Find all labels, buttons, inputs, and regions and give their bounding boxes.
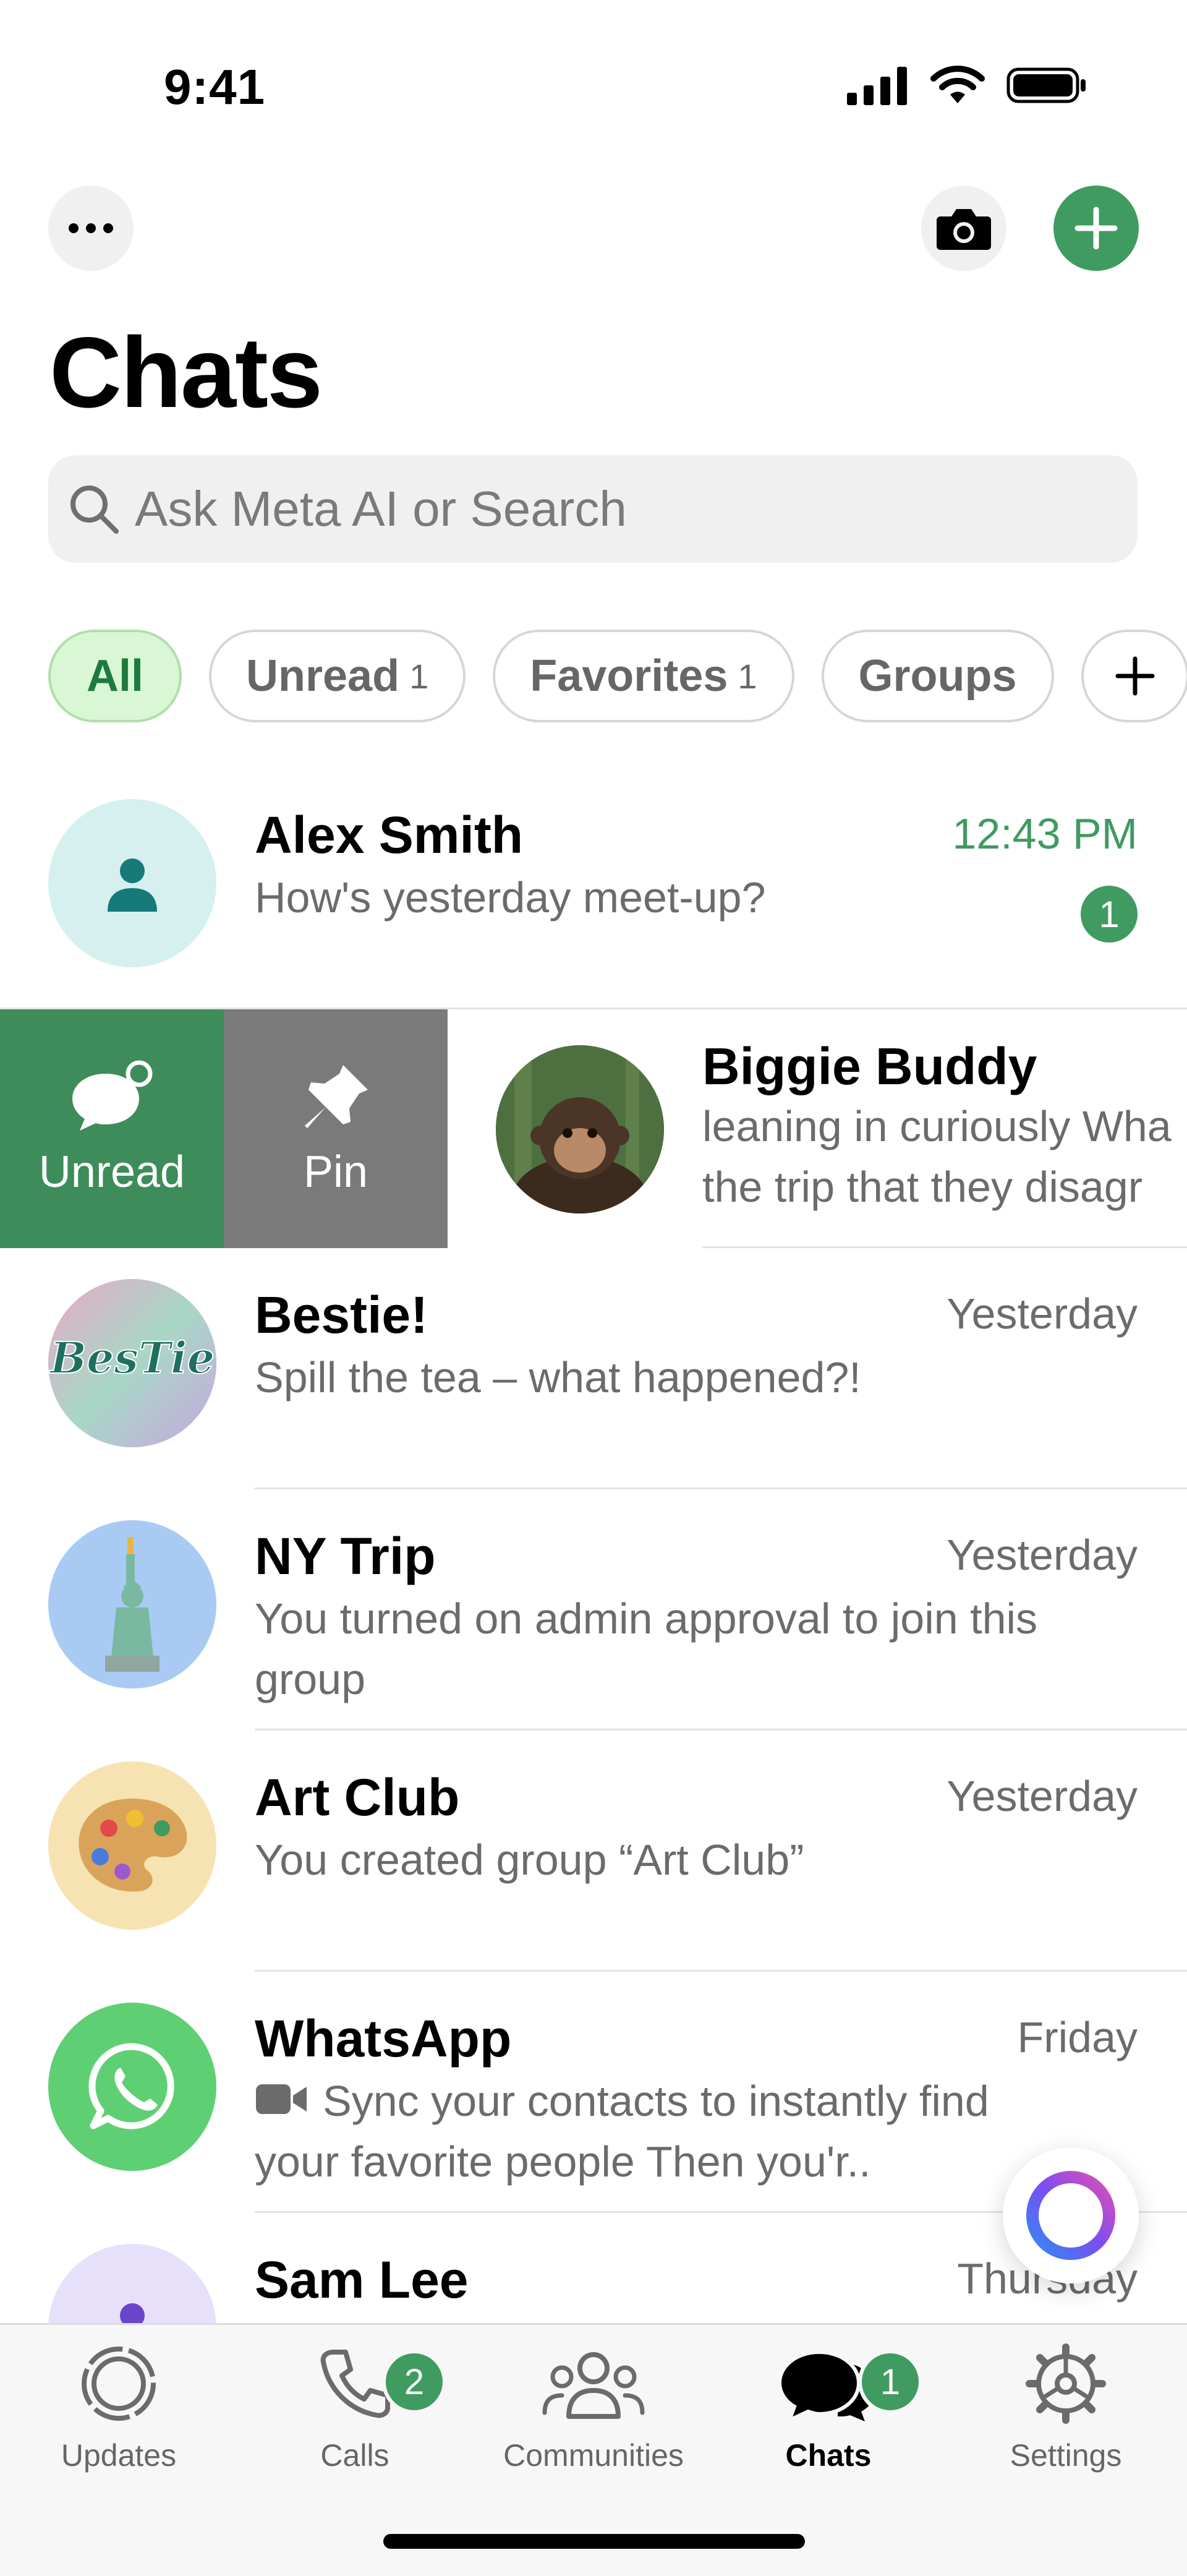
chat-preview: Sync your contacts to instantly find you… bbox=[255, 2077, 989, 2186]
communities-icon bbox=[542, 2352, 645, 2419]
filter-count: 1 bbox=[738, 656, 757, 696]
filter-chip-all[interactable]: All bbox=[48, 630, 182, 722]
chat-time: Yesterday bbox=[947, 1531, 1138, 1579]
add-filter-button[interactable] bbox=[1081, 630, 1187, 722]
avatar bbox=[48, 799, 216, 967]
svg-text:BesTie: BesTie bbox=[49, 1332, 215, 1384]
chat-name: Alex Smith bbox=[255, 806, 524, 864]
chat-preview: You created group “Art Club” bbox=[255, 1836, 804, 1884]
chat-row-biggie-buddy[interactable]: Biggie Buddy leaning in curiously Wha th… bbox=[448, 1009, 1187, 1248]
avatar: BesTie bbox=[48, 1279, 216, 1447]
video-icon bbox=[256, 2084, 307, 2114]
unread-action-label: Unread bbox=[38, 1147, 185, 1197]
signal-icon bbox=[847, 67, 907, 105]
chat-preview: How's yesterday meet-up? bbox=[255, 873, 766, 922]
avatar bbox=[48, 1520, 216, 1688]
battery-icon bbox=[1006, 67, 1086, 103]
search-icon bbox=[70, 486, 119, 534]
meta-ai-button[interactable] bbox=[1003, 2147, 1139, 2283]
person-icon bbox=[108, 858, 157, 912]
tab-updates[interactable]: Updates bbox=[14, 2343, 224, 2473]
pin-action[interactable]: Pin bbox=[224, 1009, 448, 1248]
plus-icon bbox=[1074, 207, 1118, 250]
filter-count: 1 bbox=[409, 656, 429, 696]
tab-communities[interactable]: Communities bbox=[488, 2343, 699, 2473]
bestie-avatar-icon: BesTie bbox=[48, 1279, 216, 1447]
filter-chip-groups[interactable]: Groups bbox=[821, 630, 1054, 722]
chat-preview: Spill the tea – what happened?! bbox=[255, 1353, 861, 1401]
search-input[interactable] bbox=[134, 480, 1063, 538]
whatsapp-logo-icon bbox=[88, 2043, 174, 2129]
more-button[interactable] bbox=[48, 186, 134, 271]
chat-name: WhatsApp bbox=[255, 2009, 512, 2068]
tab-label: Updates bbox=[61, 2438, 177, 2473]
updates-icon bbox=[82, 2347, 156, 2421]
filter-chip-unread[interactable]: Unread 1 bbox=[209, 630, 466, 722]
status-time: 9:41 bbox=[164, 59, 266, 114]
statue-of-liberty-icon bbox=[105, 1537, 160, 1672]
pin-icon bbox=[305, 1065, 368, 1128]
tab-calls[interactable]: Calls 2 bbox=[250, 2343, 460, 2473]
chat-time: Yesterday bbox=[947, 1290, 1138, 1338]
monkey-avatar-icon bbox=[496, 1045, 664, 1213]
chat-preview: leaning in curiously Wha the trip that t… bbox=[702, 1102, 1172, 1211]
chat-row-alex-smith[interactable]: Alex Smith How's yesterday meet-up? 12:4… bbox=[0, 768, 1187, 1009]
avatar bbox=[48, 2003, 216, 2171]
tab-label: Communities bbox=[503, 2438, 684, 2473]
tab-label: Calls bbox=[320, 2438, 389, 2473]
filter-chip-favorites[interactable]: Favorites 1 bbox=[493, 630, 794, 722]
chat-time: Yesterday bbox=[947, 1772, 1138, 1820]
chat-time: Friday bbox=[1017, 2013, 1138, 2061]
calls-badge: 2 bbox=[382, 2350, 446, 2414]
swiped-chat-row[interactable]: Unread Pin Biggie Buddy leaning in curio… bbox=[0, 1009, 1187, 1248]
page-title: Chats bbox=[49, 317, 323, 429]
chat-preview: You turned on admin approval to join thi… bbox=[255, 1594, 1038, 1703]
chat-name: Bestie! bbox=[255, 1286, 428, 1344]
camera-button[interactable] bbox=[921, 186, 1006, 271]
chat-row-bestie[interactable]: BesTie Bestie! Spill the tea – what happ… bbox=[0, 1248, 1187, 1489]
more-icon bbox=[69, 223, 113, 233]
avatar bbox=[496, 1045, 664, 1213]
chat-row-whatsapp[interactable]: WhatsApp Sync your contacts to instantly… bbox=[0, 1972, 1187, 2213]
plus-icon bbox=[1115, 656, 1155, 696]
tab-label: Settings bbox=[1010, 2438, 1122, 2473]
palette-icon bbox=[79, 1799, 187, 1892]
tab-settings[interactable]: Settings bbox=[961, 2343, 1171, 2473]
pin-action-label: Pin bbox=[303, 1147, 368, 1197]
mark-unread-action[interactable]: Unread bbox=[0, 1009, 224, 1248]
home-indicator bbox=[383, 2534, 805, 2549]
wifi-icon bbox=[930, 66, 985, 103]
tab-chats[interactable]: Chats 1 bbox=[723, 2343, 934, 2473]
camera-icon bbox=[937, 209, 991, 250]
unread-badge: 1 bbox=[1081, 886, 1138, 943]
chat-name: Art Club bbox=[255, 1768, 460, 1826]
chat-name: Sam Lee bbox=[255, 2251, 469, 2309]
new-chat-button[interactable] bbox=[1053, 186, 1139, 271]
meta-ai-ring-icon bbox=[1026, 2171, 1115, 2260]
chats-badge: 1 bbox=[858, 2350, 922, 2414]
chat-time: 12:43 PM bbox=[952, 810, 1138, 858]
status-icons bbox=[847, 65, 1088, 106]
chat-row-ny-trip[interactable]: NY Trip You turned on admin approval to … bbox=[0, 1489, 1187, 1731]
filter-chips: All Unread 1 Favorites 1 Groups bbox=[48, 630, 1187, 722]
chat-name: Biggie Buddy bbox=[702, 1037, 1037, 1095]
tab-label: Chats bbox=[785, 2438, 872, 2473]
search-bar[interactable] bbox=[48, 455, 1138, 563]
avatar bbox=[48, 1761, 216, 1930]
gear-icon bbox=[1026, 2343, 1106, 2424]
chat-row-art-club[interactable]: Art Club You created group “Art Club” Ye… bbox=[0, 1731, 1187, 1972]
unread-bubble-icon bbox=[72, 1060, 153, 1131]
chat-name: NY Trip bbox=[255, 1527, 436, 1585]
